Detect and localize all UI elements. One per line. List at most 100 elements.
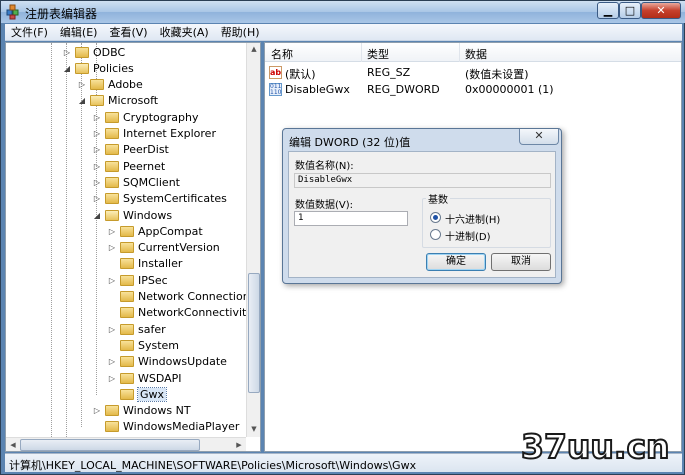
regedit-app-icon (6, 4, 19, 20)
tree-item[interactable]: ▷ WSDAPI (107, 370, 182, 386)
tree-vertical-scrollbar[interactable]: ▲ ▼ (246, 43, 260, 437)
tree-item[interactable]: ◢ Microsoft (77, 93, 158, 109)
tree-item[interactable]: WindowsMediaPlayer (92, 419, 239, 435)
collapsed-arrow-icon[interactable]: ▷ (92, 194, 102, 203)
tree-item[interactable]: ▷ Internet Explorer (92, 126, 216, 142)
value-type: REG_DWORD (367, 83, 440, 96)
tree-item-label: Installer (138, 257, 183, 271)
decimal-radio[interactable] (430, 229, 441, 240)
tree-item[interactable]: ▷ Windows NT (92, 403, 191, 419)
folder-icon (120, 291, 134, 302)
scroll-right-icon[interactable]: ▶ (232, 441, 246, 449)
value-row[interactable]: ab (默认) REG_SZ (数值未设置) (265, 64, 681, 81)
folder-icon (90, 79, 104, 91)
tree-item[interactable]: ▷ Peernet (92, 158, 165, 174)
collapsed-arrow-icon[interactable]: ▷ (107, 276, 117, 285)
tree-item[interactable]: ▷ Cryptography (92, 109, 199, 125)
value-name-field: DisableGwx (294, 173, 551, 188)
tree-item-label: CurrentVersion (138, 241, 220, 255)
column-separator[interactable] (459, 43, 460, 62)
folder-icon (120, 274, 134, 286)
tree-item[interactable]: ▷ AppCompat (107, 223, 203, 239)
tree-item-label: safer (138, 322, 166, 336)
cancel-button[interactable]: 取消 (491, 253, 551, 271)
tree-item[interactable]: Network Connections (107, 289, 246, 305)
column-name-header[interactable]: 名称 (271, 46, 293, 62)
ok-button[interactable]: 确定 (426, 253, 486, 271)
hex-radio[interactable] (430, 212, 441, 223)
string-value-icon: ab (269, 66, 282, 79)
folder-icon (105, 111, 119, 123)
value-data-input[interactable]: 1 (294, 211, 408, 226)
tree-horizontal-scroll-thumb[interactable] (20, 439, 200, 451)
maximize-button[interactable]: □ (619, 2, 641, 19)
value-data-label: 数值数据(V): (295, 200, 354, 211)
column-data-header[interactable]: 数据 (465, 46, 487, 62)
tree-item-label: System (138, 338, 180, 352)
tree-item[interactable]: ▷ safer (107, 321, 166, 337)
column-type-header[interactable]: 类型 (367, 46, 389, 62)
tree-item[interactable]: NetworkConnectivitySta (107, 305, 246, 321)
collapsed-arrow-icon[interactable]: ▷ (92, 178, 102, 187)
value-row[interactable]: 011 110 DisableGwx REG_DWORD 0x00000001 (… (265, 81, 681, 98)
menu-view[interactable]: 查看(V) (103, 24, 153, 40)
collapsed-arrow-icon[interactable]: ▷ (107, 243, 117, 252)
tree-item[interactable]: ▷ SQMClient (92, 174, 180, 190)
tree-item-label: SQMClient (123, 175, 180, 189)
tree-item[interactable]: ▷ WindowsUpdate (107, 354, 227, 370)
scroll-down-icon[interactable]: ▼ (247, 425, 260, 433)
value-name: (默认) (285, 68, 316, 81)
scroll-up-icon[interactable]: ▲ (247, 45, 260, 53)
decimal-label[interactable]: 十进制(D) (445, 228, 491, 243)
value-data: 0x00000001 (1) (465, 83, 554, 96)
title-bar[interactable]: 注册表编辑器 ▁ □ ✕ (1, 1, 685, 23)
collapsed-arrow-icon[interactable]: ▷ (92, 406, 102, 415)
tree-item[interactable]: ▷ CurrentVersion (107, 240, 220, 256)
tree-item[interactable]: Gwx (107, 386, 168, 402)
tree-item[interactable]: ◢ Windows (92, 207, 172, 223)
tree-item-label: ODBC (93, 45, 126, 59)
menu-favorites[interactable]: 收藏夹(A) (154, 24, 215, 40)
expanded-arrow-icon[interactable]: ◢ (77, 96, 87, 105)
close-button[interactable]: ✕ (641, 2, 681, 19)
tree-item-label: Adobe (108, 78, 143, 92)
collapsed-arrow-icon[interactable]: ▷ (92, 162, 102, 171)
scroll-left-icon[interactable]: ◀ (6, 441, 20, 449)
tree-item[interactable]: Installer (107, 256, 182, 272)
dialog-close-button[interactable]: ✕ (519, 129, 559, 145)
column-separator[interactable] (361, 43, 362, 62)
tree-item[interactable]: ◢ Policies (62, 60, 134, 76)
expanded-arrow-icon[interactable]: ◢ (62, 64, 72, 73)
minimize-button[interactable]: ▁ (597, 2, 619, 19)
collapsed-arrow-icon[interactable]: ▷ (92, 145, 102, 154)
menu-help[interactable]: 帮助(H) (215, 24, 266, 40)
tree-item-label: Internet Explorer (123, 127, 216, 140)
tree-item[interactable]: ▷ Adobe (77, 77, 143, 93)
tree-item[interactable]: System (107, 337, 179, 353)
tree-item[interactable]: ▷ SystemCertificates (92, 191, 227, 207)
collapsed-arrow-icon[interactable]: ▷ (107, 374, 117, 383)
tree-item[interactable]: ▷ ODBC (62, 44, 125, 60)
tree-horizontal-scrollbar[interactable]: ◀ ▶ (6, 437, 246, 451)
folder-icon (105, 176, 119, 188)
collapsed-arrow-icon[interactable]: ▷ (62, 48, 72, 57)
folder-icon (120, 356, 134, 368)
tree-vertical-scroll-thumb[interactable] (248, 273, 260, 393)
folder-icon (120, 307, 134, 319)
collapsed-arrow-icon[interactable]: ▷ (107, 227, 117, 236)
menu-file[interactable]: 文件(F) (5, 24, 54, 40)
folder-icon (105, 193, 119, 205)
hex-label[interactable]: 十六进制(H) (445, 211, 500, 226)
collapsed-arrow-icon[interactable]: ▷ (92, 129, 102, 138)
tree-item[interactable]: ▷ PeerDist (92, 142, 169, 158)
collapsed-arrow-icon[interactable]: ▷ (107, 325, 117, 334)
collapsed-arrow-icon[interactable]: ▷ (77, 80, 87, 89)
tree-item-label: Windows NT (123, 404, 191, 418)
tree-guide-line (66, 43, 67, 437)
edit-dword-dialog: 编辑 DWORD (32 位)值 ✕ 数值名称(N): DisableGwx 数… (282, 128, 562, 284)
tree-item[interactable]: ▷ IPSec (107, 272, 168, 288)
menu-edit[interactable]: 编辑(E) (54, 24, 104, 40)
collapsed-arrow-icon[interactable]: ▷ (107, 357, 117, 366)
expanded-arrow-icon[interactable]: ◢ (92, 211, 102, 220)
collapsed-arrow-icon[interactable]: ▷ (92, 113, 102, 122)
